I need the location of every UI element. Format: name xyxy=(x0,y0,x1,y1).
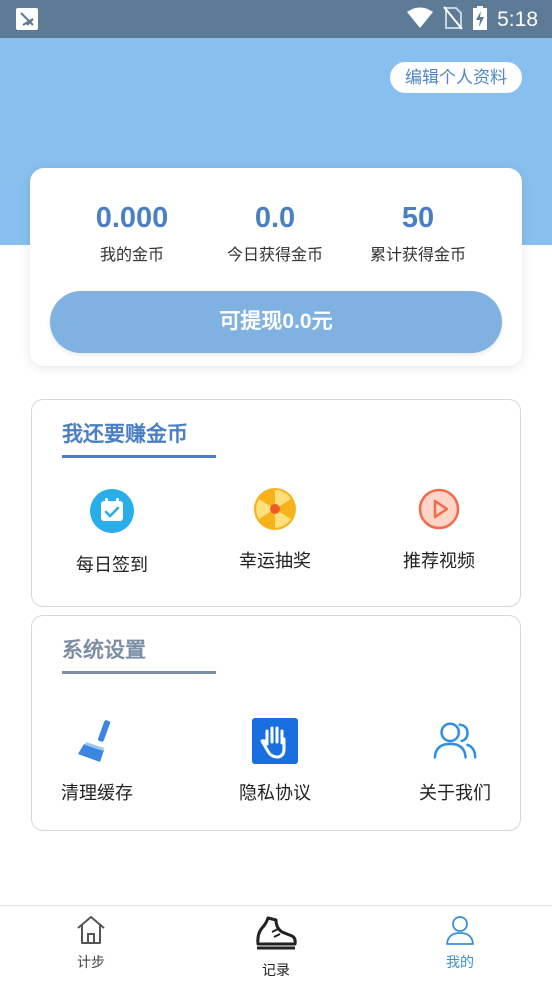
lucky-wheel-icon xyxy=(251,485,299,533)
today-coins-label: 今日获得金币 xyxy=(226,245,323,264)
today-coins-stat: 0.0 今日获得金币 xyxy=(200,202,350,265)
earn-coins-section: 我还要赚金币 每日签到 幸运抽奖 推荐视频 xyxy=(31,399,521,607)
play-video-icon xyxy=(415,485,463,533)
no-sim-icon xyxy=(443,6,463,34)
settings-section-underline xyxy=(62,671,216,674)
about-us-item[interactable]: 关于我们 xyxy=(390,717,520,805)
system-settings-section: 系统设置 清理缓存 隐私协议 关于我们 xyxy=(31,615,521,831)
nav-item-mine[interactable]: 我的 xyxy=(415,914,505,972)
edit-profile-button[interactable]: 编辑个人资料 xyxy=(390,62,522,93)
privacy-policy-label: 隐私协议 xyxy=(239,783,311,804)
clear-cache-label: 清理缓存 xyxy=(61,783,133,804)
recommended-video-item[interactable]: 推荐视频 xyxy=(374,485,504,573)
app-notification-icon xyxy=(16,8,38,30)
lucky-draw-label: 幸运抽奖 xyxy=(239,551,311,572)
nav-item-records[interactable]: 记录 xyxy=(231,914,321,980)
my-coins-stat: 0.000 我的金币 xyxy=(57,202,207,265)
battery-charging-icon xyxy=(473,6,488,34)
withdraw-button[interactable]: 可提现0.0元 xyxy=(50,291,502,353)
nav-item-steps[interactable]: 计步 xyxy=(46,914,136,972)
total-coins-label: 累计获得金币 xyxy=(369,245,466,264)
my-coins-value: 0.000 xyxy=(95,202,169,234)
broom-icon xyxy=(73,717,121,765)
status-bar: 5:18 xyxy=(0,0,552,38)
clear-cache-item[interactable]: 清理缓存 xyxy=(32,717,162,805)
nav-label-steps: 计步 xyxy=(77,955,105,971)
daily-checkin-label: 每日签到 xyxy=(76,555,148,576)
calendar-check-icon xyxy=(88,487,136,535)
today-coins-value: 0.0 xyxy=(254,202,296,234)
daily-checkin-item[interactable]: 每日签到 xyxy=(47,487,177,577)
person-icon xyxy=(415,914,505,948)
nav-label-mine: 我的 xyxy=(446,955,474,971)
settings-section-title: 系统设置 xyxy=(62,638,146,662)
coin-summary-card: 0.000 我的金币 0.0 今日获得金币 50 累计获得金币 可提现0.0元 xyxy=(30,168,522,366)
total-coins-value: 50 xyxy=(401,202,435,234)
users-icon xyxy=(431,717,479,765)
shoe-icon xyxy=(231,914,321,956)
recommended-video-label: 推荐视频 xyxy=(403,551,475,572)
my-coins-label: 我的金币 xyxy=(99,245,164,264)
lucky-draw-item[interactable]: 幸运抽奖 xyxy=(210,485,340,573)
about-us-label: 关于我们 xyxy=(419,783,491,804)
privacy-policy-item[interactable]: 隐私协议 xyxy=(210,717,340,805)
earn-section-underline xyxy=(62,455,216,458)
nav-label-records: 记录 xyxy=(262,963,290,979)
earn-section-title: 我还要赚金币 xyxy=(62,422,188,446)
bottom-navigation: 计步 记录 我的 xyxy=(0,905,552,981)
hand-stop-icon xyxy=(251,717,299,765)
wifi-icon xyxy=(407,7,434,33)
home-icon xyxy=(46,914,136,948)
total-coins-stat: 50 累计获得金币 xyxy=(343,202,493,265)
clock-time: 5:18 xyxy=(497,8,538,31)
